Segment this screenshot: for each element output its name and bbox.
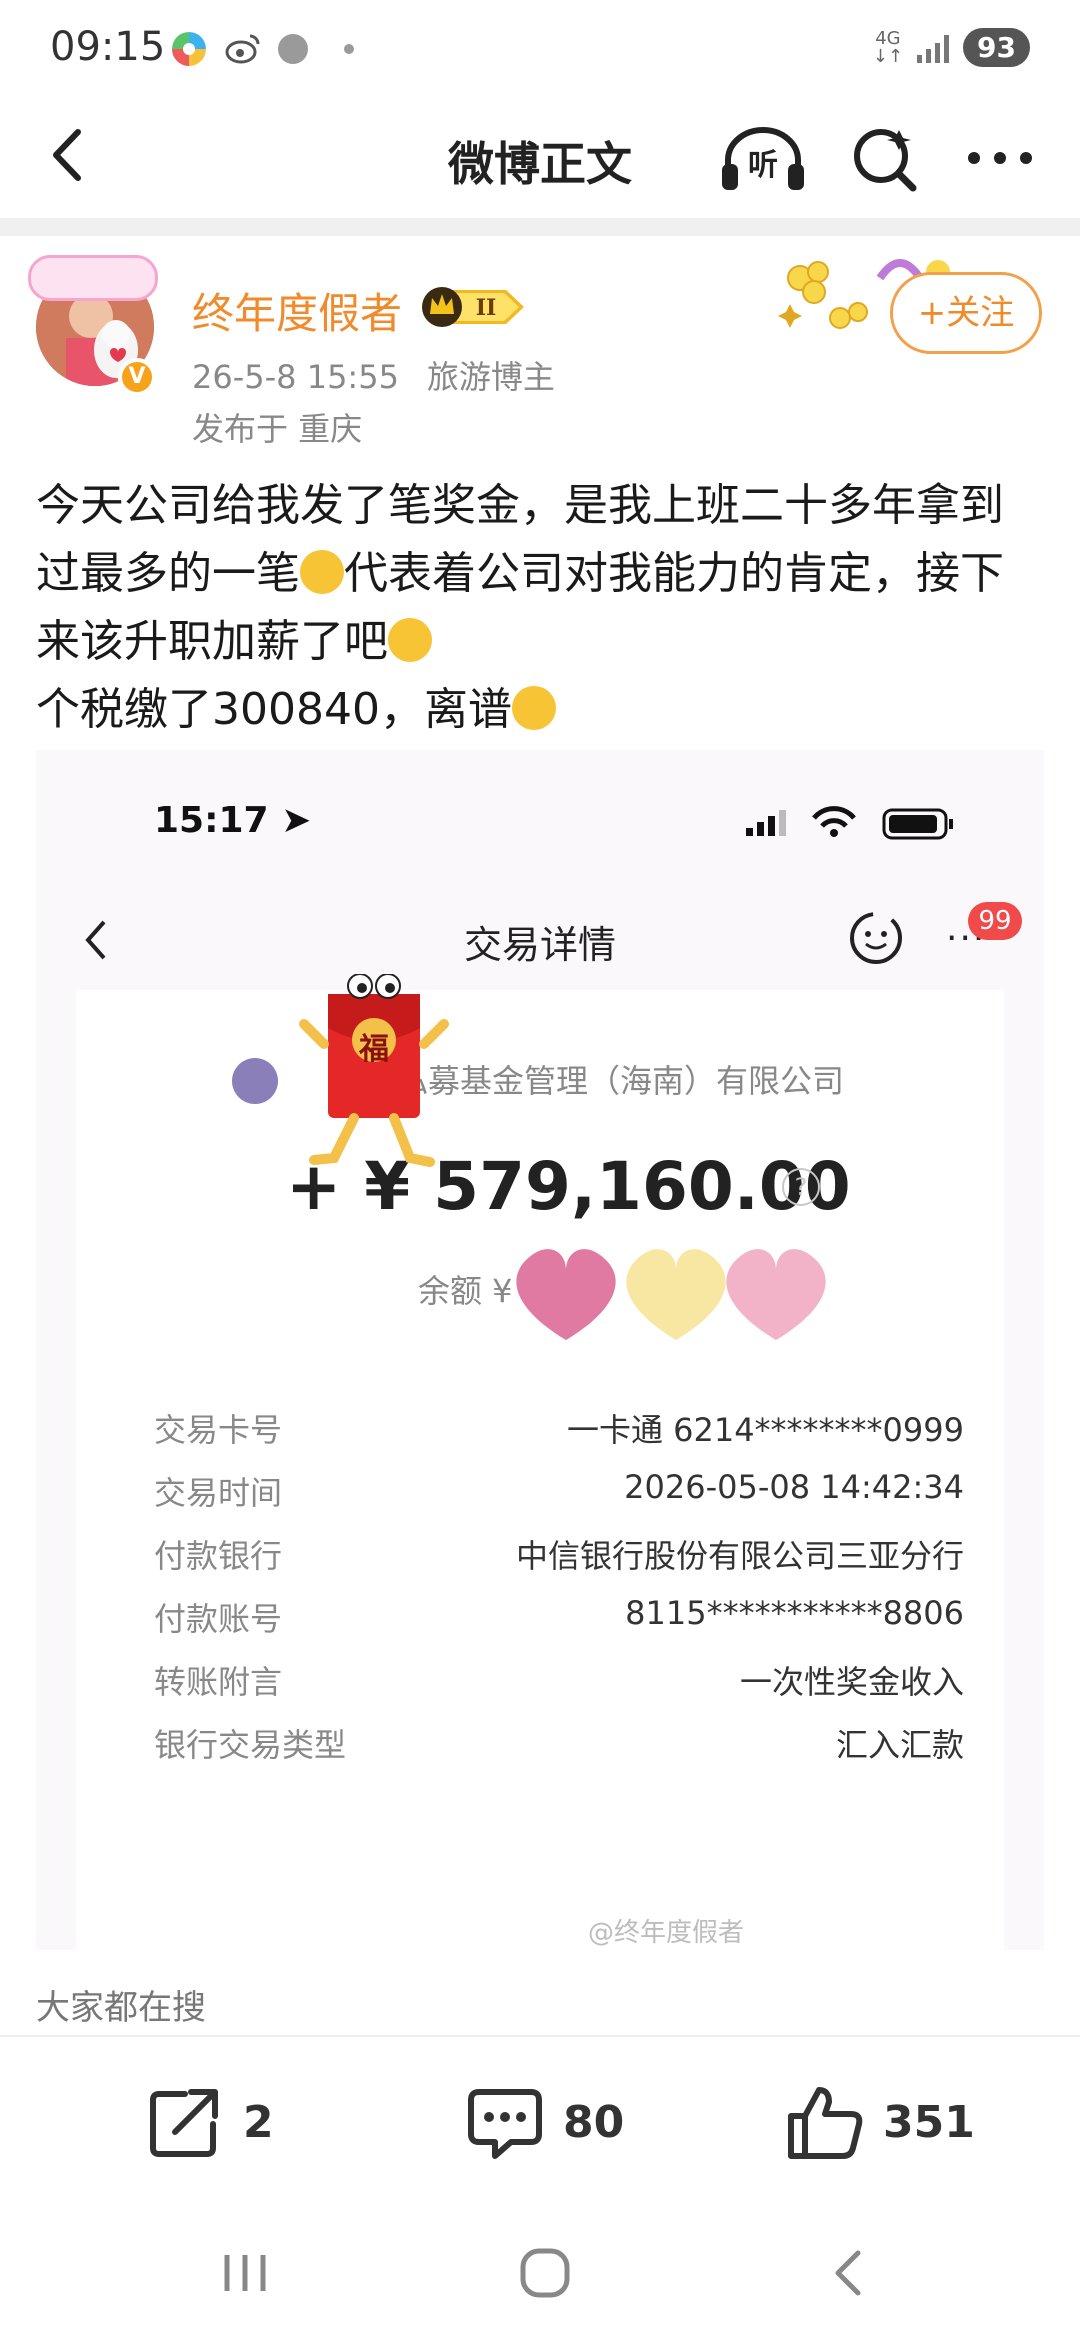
username[interactable]: 终年度假者 bbox=[192, 280, 402, 341]
detail-row: 交易时间 2026-05-08 14:42:34 bbox=[154, 1468, 964, 1512]
status-dot-icon bbox=[278, 34, 308, 64]
follow-button[interactable]: +关注 bbox=[890, 272, 1042, 354]
post-tag: 旅游博主 bbox=[426, 358, 555, 396]
post-location: 发布于 重庆 bbox=[192, 410, 363, 448]
post-meta: 26-5-8 15:55 旅游博主 bbox=[192, 352, 555, 398]
system-nav-bar bbox=[0, 2205, 1080, 2340]
listen-button[interactable]: 听 bbox=[718, 118, 808, 198]
share-icon bbox=[150, 2089, 218, 2157]
system-back-icon[interactable] bbox=[820, 2243, 880, 2303]
member-crown-badge-icon[interactable]: II bbox=[420, 284, 530, 330]
notification-icons bbox=[170, 30, 354, 68]
like-count: 351 bbox=[883, 2096, 975, 2148]
post-image[interactable]: 15:17 ➤ 交易详情 ··· 99 私募基金管理（海南）有限公司 + ¥ 5… bbox=[36, 750, 1044, 1950]
search-icon[interactable] bbox=[845, 118, 925, 198]
top-nav: 微博正文 听 bbox=[0, 100, 1080, 215]
trending-search-label[interactable]: 大家都在搜 bbox=[36, 1980, 206, 2029]
status-time: 09:15 bbox=[50, 24, 166, 70]
post-date: 26-5-8 15:55 bbox=[192, 358, 399, 396]
network-type: 4G ↓↑ bbox=[872, 27, 904, 67]
help-icon: ? bbox=[782, 1168, 820, 1206]
red-envelope-sticker: 福 bbox=[284, 974, 484, 1184]
image-status-icons bbox=[746, 806, 953, 840]
heart-stickers-icon bbox=[516, 1249, 826, 1340]
weibo-icon bbox=[225, 34, 260, 64]
like-button[interactable]: 351 bbox=[785, 2077, 975, 2167]
detail-row: 转账附言 一次性奖金收入 bbox=[154, 1663, 964, 1701]
image-notification-badge: 99 bbox=[968, 902, 1022, 940]
post-text: 今天公司给我发了笔奖金，是我上班二十多年拿到过最多的一笔 代表着公司对我能力的肯定… bbox=[36, 472, 1046, 744]
tongue-emoji-icon bbox=[511, 686, 556, 730]
more-notifications-icon bbox=[344, 44, 354, 54]
home-icon[interactable] bbox=[515, 2243, 575, 2303]
recent-apps-icon[interactable] bbox=[215, 2243, 275, 2303]
comment-button[interactable]: 80 bbox=[465, 2077, 624, 2167]
signal-icon bbox=[917, 33, 950, 63]
section-divider bbox=[0, 218, 1080, 236]
svg-text:II: II bbox=[476, 295, 497, 321]
share-button[interactable]: 2 bbox=[145, 2077, 274, 2167]
listen-label: 听 bbox=[748, 148, 778, 183]
detail-row: 交易卡号 一卡通 6214********0999 bbox=[154, 1411, 964, 1449]
detail-row: 银行交易类型 汇入汇款 bbox=[154, 1726, 964, 1764]
image-status-time: 15:17 ➤ bbox=[154, 800, 312, 841]
image-watermark: @终年度假者 bbox=[588, 1918, 745, 1948]
share-count: 2 bbox=[243, 2096, 274, 2148]
red-envelope-icon bbox=[299, 974, 449, 1167]
battery-indicator: 93 bbox=[963, 28, 1030, 67]
status-bar: 09:15 4G ↓↑ 93 bbox=[0, 0, 1080, 100]
red-envelope-char: 福 bbox=[359, 1032, 389, 1067]
image-company-icon bbox=[232, 1058, 278, 1104]
app-pinwheel-icon bbox=[171, 31, 207, 67]
image-balance-label: 余额 ¥ bbox=[418, 1272, 513, 1310]
image-service-icon bbox=[850, 912, 902, 964]
action-bar: 2 80 351 bbox=[0, 2035, 1080, 2205]
detail-row: 付款银行 中信银行股份有限公司三亚分行 bbox=[154, 1537, 964, 1575]
thumbs-up-icon bbox=[788, 2087, 863, 2159]
smile-emoji-icon bbox=[388, 618, 432, 662]
status-right: 4G ↓↑ 93 bbox=[873, 28, 1030, 67]
post-text-line2: 个税缴了300840，离谱 bbox=[36, 684, 512, 735]
avatar-decoration bbox=[28, 255, 158, 301]
verified-badge-icon: V bbox=[118, 358, 156, 396]
more-icon[interactable] bbox=[960, 118, 1040, 198]
image-detail-rows: 交易卡号 一卡通 6214********0999 交易时间 2026-05-08 … bbox=[76, 1405, 1004, 1783]
comment-icon bbox=[468, 2089, 542, 2159]
detail-row: 付款账号 8115***********8806 bbox=[154, 1594, 964, 1638]
shy-face-emoji-icon bbox=[300, 550, 344, 594]
comment-count: 80 bbox=[563, 2096, 625, 2148]
